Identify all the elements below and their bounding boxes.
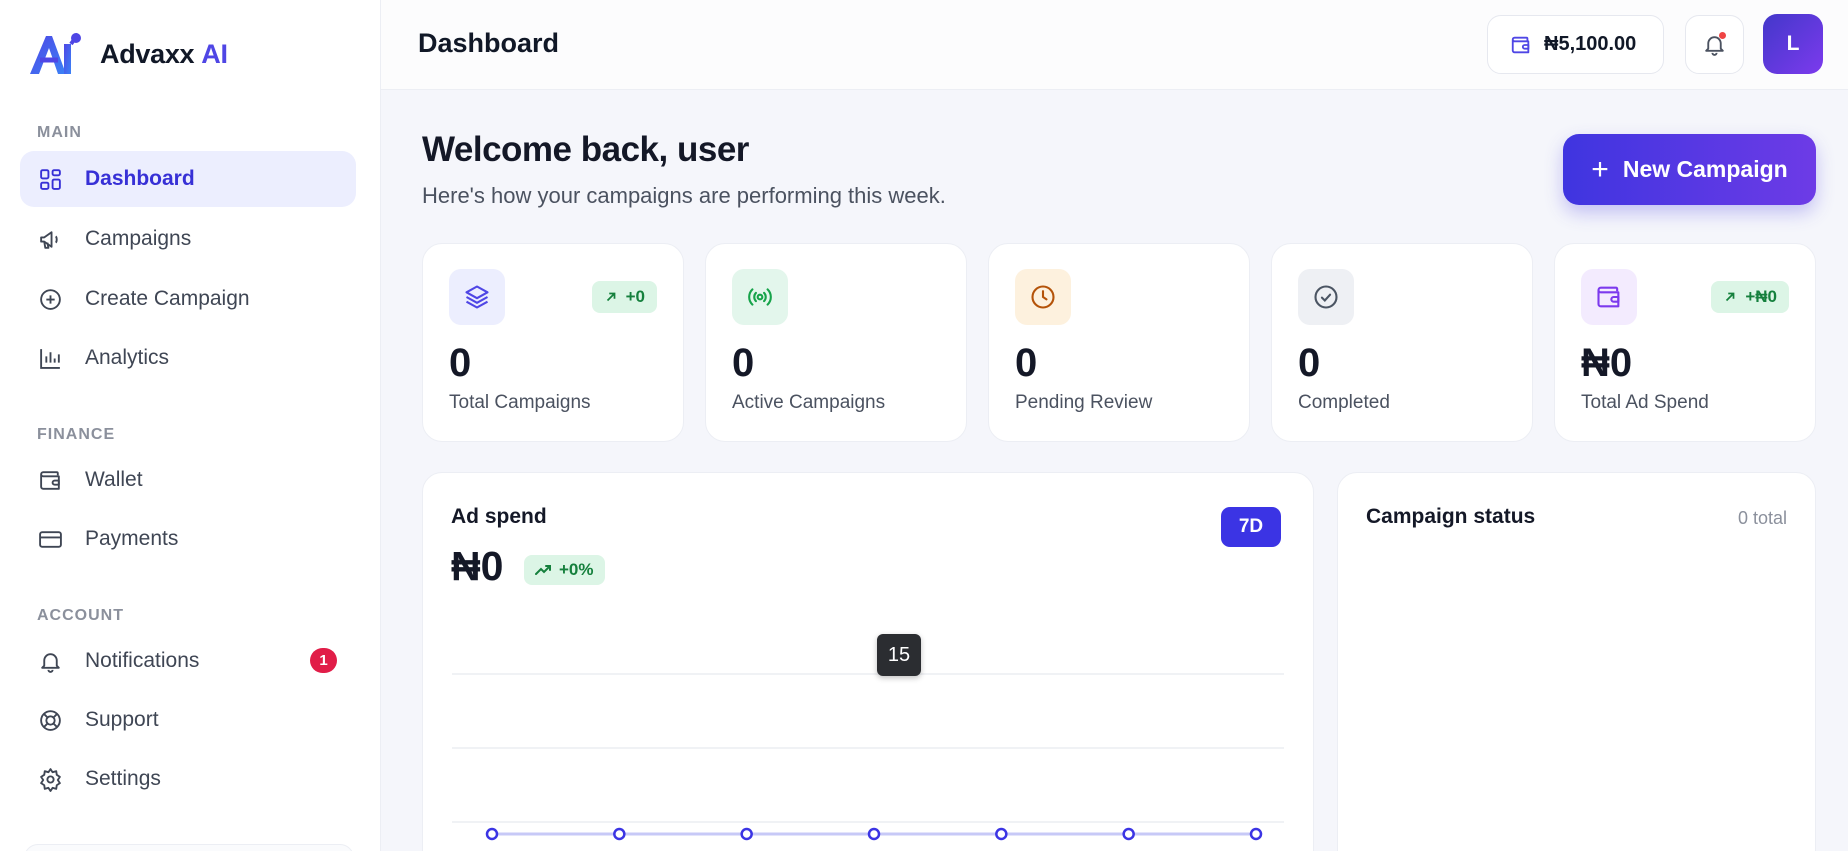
trend-badge: +₦0 <box>1711 281 1789 313</box>
ad-spend-panel: Ad spend ₦0 +0% 7D <box>422 472 1314 851</box>
welcome-subtitle: Here's how your campaigns are performing… <box>422 183 946 208</box>
sidebar-item-label: Notifications <box>85 649 200 672</box>
wallet-balance: ₦5,100.00 <box>1544 33 1637 55</box>
sidebar-item-label: Payments <box>85 527 179 550</box>
top-bar: Dashboard ₦5,100.00 L <box>381 0 1848 90</box>
sidebar-item-support[interactable]: Support <box>20 692 356 748</box>
avatar[interactable]: L <box>1763 14 1823 74</box>
sidebar-item-campaigns[interactable]: Campaigns <box>20 211 356 267</box>
broadcast-icon <box>732 269 788 325</box>
stat-card-active-campaigns[interactable]: 0 Active Campaigns <box>705 243 967 442</box>
stat-card-total-ad-spend[interactable]: +₦0 ₦0 Total Ad Spend <box>1554 243 1816 442</box>
sidebar-footer-card <box>24 844 354 851</box>
trend-value: +0% <box>559 560 594 579</box>
welcome-heading: Welcome back, user <box>422 130 749 169</box>
stat-label: Active Campaigns <box>732 392 886 413</box>
new-campaign-label: New Campaign <box>1622 156 1788 182</box>
sidebar-item-label: Create Campaign <box>85 287 250 310</box>
sidebar-item-create-campaign[interactable]: Create Campaign <box>20 271 356 327</box>
gear-icon <box>37 766 63 792</box>
nav-section-main: MAIN <box>37 124 82 141</box>
sidebar-item-analytics[interactable]: Analytics <box>20 330 356 386</box>
stat-value: 0 <box>449 341 472 385</box>
stat-label: Pending Review <box>1015 392 1153 413</box>
stat-value: 0 <box>1015 341 1038 385</box>
wallet-icon <box>37 467 63 493</box>
sidebar-item-wallet[interactable]: Wallet <box>20 452 356 508</box>
panel-title: Campaign status <box>1366 505 1536 528</box>
sidebar-item-label: Settings <box>85 767 161 790</box>
trending-up-icon <box>535 565 551 575</box>
notification-count-badge: 1 <box>310 648 337 673</box>
nav-section-account: ACCOUNT <box>37 607 124 624</box>
megaphone-icon <box>37 226 63 252</box>
sidebar: Advaxx AI MAIN Dashboard Campaigns Create… <box>0 0 381 851</box>
plus-icon: + <box>1591 152 1609 186</box>
brand-name: Advaxx AI <box>100 38 228 69</box>
trend-badge: +0 <box>591 281 657 313</box>
chart-tooltip: 15 <box>877 634 921 676</box>
stat-label: Total Ad Spend <box>1581 392 1709 413</box>
campaign-status-total: 0 total <box>1737 508 1787 528</box>
sidebar-item-label: Wallet <box>85 468 143 491</box>
credit-card-icon <box>37 526 63 552</box>
wallet-icon <box>1511 36 1530 53</box>
plus-circle-icon <box>37 286 63 312</box>
new-campaign-button[interactable]: + New Campaign <box>1563 134 1816 205</box>
stat-card-pending-review[interactable]: 0 Pending Review <box>988 243 1250 442</box>
stat-label: Total Campaigns <box>449 392 591 413</box>
bell-icon <box>37 648 63 674</box>
advaxx-logo-icon <box>30 32 81 74</box>
sidebar-item-dashboard[interactable]: Dashboard <box>20 151 356 207</box>
sidebar-item-label: Campaigns <box>85 227 192 250</box>
arrow-up-right-icon <box>606 292 615 302</box>
sidebar-item-label: Analytics <box>85 346 170 369</box>
page-title: Dashboard <box>418 28 560 58</box>
sidebar-item-label: Dashboard <box>85 167 195 190</box>
stat-card-completed[interactable]: 0 Completed <box>1271 243 1533 442</box>
range-7d-button[interactable]: 7D <box>1221 507 1281 547</box>
nav-section-finance: FINANCE <box>37 426 116 443</box>
stat-value: 0 <box>1298 341 1321 385</box>
arrow-up-right-icon <box>1726 292 1735 302</box>
sidebar-item-payments[interactable]: Payments <box>20 511 356 567</box>
stat-label: Completed <box>1298 392 1390 413</box>
panel-title: Ad spend <box>451 505 547 528</box>
stat-value: ₦0 <box>1581 341 1633 385</box>
layers-icon <box>449 269 505 325</box>
check-circle-icon <box>1298 269 1354 325</box>
sidebar-item-settings[interactable]: Settings <box>20 751 356 807</box>
sidebar-item-label: Support <box>85 708 159 731</box>
campaign-status-panel: Campaign status 0 total <box>1337 472 1816 851</box>
unread-dot <box>1719 32 1726 39</box>
wallet-icon <box>1581 269 1637 325</box>
wallet-balance-button[interactable]: ₦5,100.00 <box>1487 15 1664 74</box>
notifications-button[interactable] <box>1685 15 1744 74</box>
stat-card-total-campaigns[interactable]: +0 0 Total Campaigns <box>422 243 684 442</box>
sidebar-item-notifications[interactable]: Notifications 1 <box>20 633 356 689</box>
trend-value: +0 <box>625 287 645 306</box>
stat-value: 0 <box>732 341 755 385</box>
lifebuoy-icon <box>37 707 63 733</box>
trend-value: +₦0 <box>1745 287 1777 306</box>
bar-chart-icon <box>37 345 63 371</box>
trend-badge: +0% <box>524 555 605 585</box>
ad-spend-value: ₦0 <box>451 543 504 589</box>
grid-icon <box>37 166 63 192</box>
clock-icon <box>1015 269 1071 325</box>
brand-logo[interactable]: Advaxx AI <box>28 30 228 78</box>
